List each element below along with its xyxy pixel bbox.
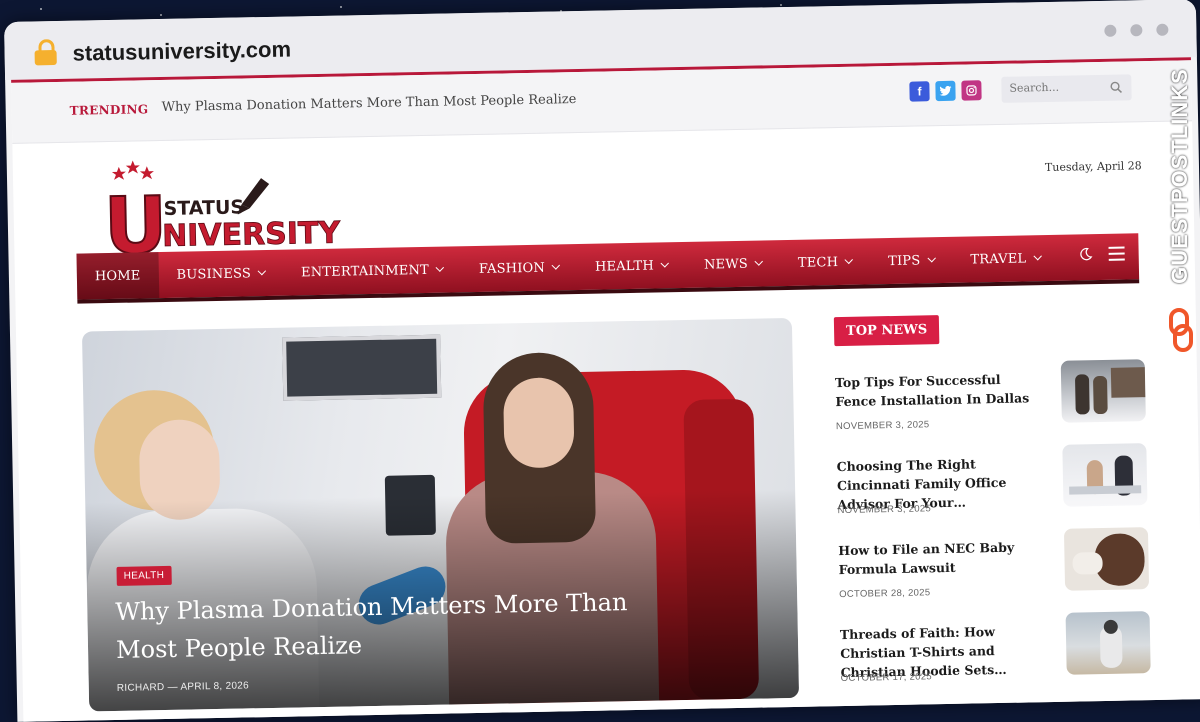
nav-label: TRAVEL xyxy=(970,250,1027,267)
search-icon[interactable] xyxy=(1109,81,1123,95)
nav-tools xyxy=(1079,246,1125,262)
nav-item-business[interactable]: BUSINESS xyxy=(158,250,283,298)
nav-label: TIPS xyxy=(887,252,921,269)
news-date: OCTOBER 28, 2025 xyxy=(839,587,931,601)
instagram-icon[interactable] xyxy=(961,80,982,101)
nav-item-health[interactable]: HEALTH xyxy=(577,242,687,290)
list-item[interactable]: Threads of Faith: How Christian T-Shirts… xyxy=(840,611,1159,695)
watermark: GUESTPOSTLINKS xyxy=(1158,58,1200,358)
chevron-down-icon xyxy=(551,261,561,270)
search-input[interactable] xyxy=(1009,79,1106,95)
window-dot-icon[interactable] xyxy=(1104,24,1117,37)
social-links: f xyxy=(909,80,982,102)
list-item[interactable]: How to File an NEC Baby Formula Lawsuit … xyxy=(838,527,1157,611)
news-date: OCTOBER 17, 2025 xyxy=(840,671,933,685)
chevron-down-icon xyxy=(754,257,764,266)
nav-label: NEWS xyxy=(703,256,749,273)
star xyxy=(160,14,162,16)
top-news-heading: TOP NEWS xyxy=(833,315,940,347)
news-thumbnail[interactable] xyxy=(1065,611,1151,675)
nav-item-tech[interactable]: TECH xyxy=(779,238,870,286)
chevron-down-icon xyxy=(257,266,267,276)
moon-icon[interactable] xyxy=(1079,247,1093,261)
chevron-down-icon xyxy=(1033,251,1042,261)
chain-link-icon xyxy=(1169,308,1193,352)
nav-label: ENTERTAINMENT xyxy=(300,262,430,280)
browser-window: statusuniversity.com TRENDING Why Plasma… xyxy=(4,0,1200,722)
window-controls xyxy=(1104,23,1169,37)
window-dot-icon[interactable] xyxy=(1156,23,1169,36)
watermark-text: GUESTPOSTLINKS xyxy=(1167,68,1192,284)
hero-author[interactable]: RICHARD xyxy=(117,682,165,694)
nav-label: HOME xyxy=(94,267,141,284)
chevron-down-icon xyxy=(660,259,670,268)
site-logo[interactable]: U STATUS NIVERSITY xyxy=(101,155,343,273)
nav-label: HEALTH xyxy=(594,258,655,275)
trending-label: TRENDING xyxy=(69,102,149,118)
hero-article[interactable]: HEALTH Why Plasma Donation Matters More … xyxy=(81,317,800,712)
news-date: NOVEMBER 3, 2025 xyxy=(837,503,932,517)
lock-icon xyxy=(34,39,57,66)
star xyxy=(340,6,342,8)
star xyxy=(40,8,42,10)
nav-item-fashion[interactable]: FASHION xyxy=(460,244,577,292)
list-item[interactable]: Top Tips For Successful Fence Installati… xyxy=(835,359,1154,443)
list-item[interactable]: Choosing The Right Cincinnati Family Off… xyxy=(837,443,1156,527)
news-title[interactable]: Top Tips For Successful Fence Installati… xyxy=(835,369,1036,411)
chevron-down-icon xyxy=(435,263,445,272)
web-page: TRENDING Why Plasma Donation Matters Mor… xyxy=(11,57,1200,722)
menu-icon[interactable] xyxy=(1108,246,1125,261)
nav-item-travel[interactable]: TRAVEL xyxy=(952,235,1059,283)
logo-line1: STATUS xyxy=(163,196,244,220)
news-date: NOVEMBER 3, 2025 xyxy=(835,419,930,433)
nav-label: BUSINESS xyxy=(176,265,252,283)
trending-link[interactable]: Why Plasma Donation Matters More Than Mo… xyxy=(162,92,577,115)
window-dot-icon[interactable] xyxy=(1130,24,1143,37)
hero-title[interactable]: Why Plasma Donation Matters More Than Mo… xyxy=(115,583,656,669)
hero-date: APRIL 8, 2026 xyxy=(180,680,250,693)
nav-item-tips[interactable]: TIPS xyxy=(870,237,953,285)
star xyxy=(780,4,782,6)
nav-label: FASHION xyxy=(478,260,546,277)
nav-item-news[interactable]: NEWS xyxy=(686,240,781,288)
news-thumbnail[interactable] xyxy=(1063,527,1150,591)
nav-item-home[interactable]: HOME xyxy=(76,252,159,300)
news-thumbnail[interactable] xyxy=(1060,359,1146,423)
header-date: Tuesday, April 28 xyxy=(1044,159,1142,175)
news-thumbnail[interactable] xyxy=(1062,443,1148,507)
url-text[interactable]: statusuniversity.com xyxy=(72,36,291,66)
news-title[interactable]: How to File an NEC Baby Formula Lawsuit xyxy=(838,537,1039,579)
chevron-down-icon xyxy=(844,255,854,265)
chevron-down-icon xyxy=(927,253,936,263)
twitter-icon[interactable] xyxy=(935,80,956,102)
category-badge[interactable]: HEALTH xyxy=(116,565,172,586)
nav-label: TECH xyxy=(797,254,839,271)
nav-item-entertainment[interactable]: ENTERTAINMENT xyxy=(283,246,462,295)
search-box xyxy=(1001,74,1132,103)
facebook-icon[interactable]: f xyxy=(909,81,930,102)
logo-letter: U xyxy=(103,181,168,259)
meta-separator: — xyxy=(167,681,178,693)
